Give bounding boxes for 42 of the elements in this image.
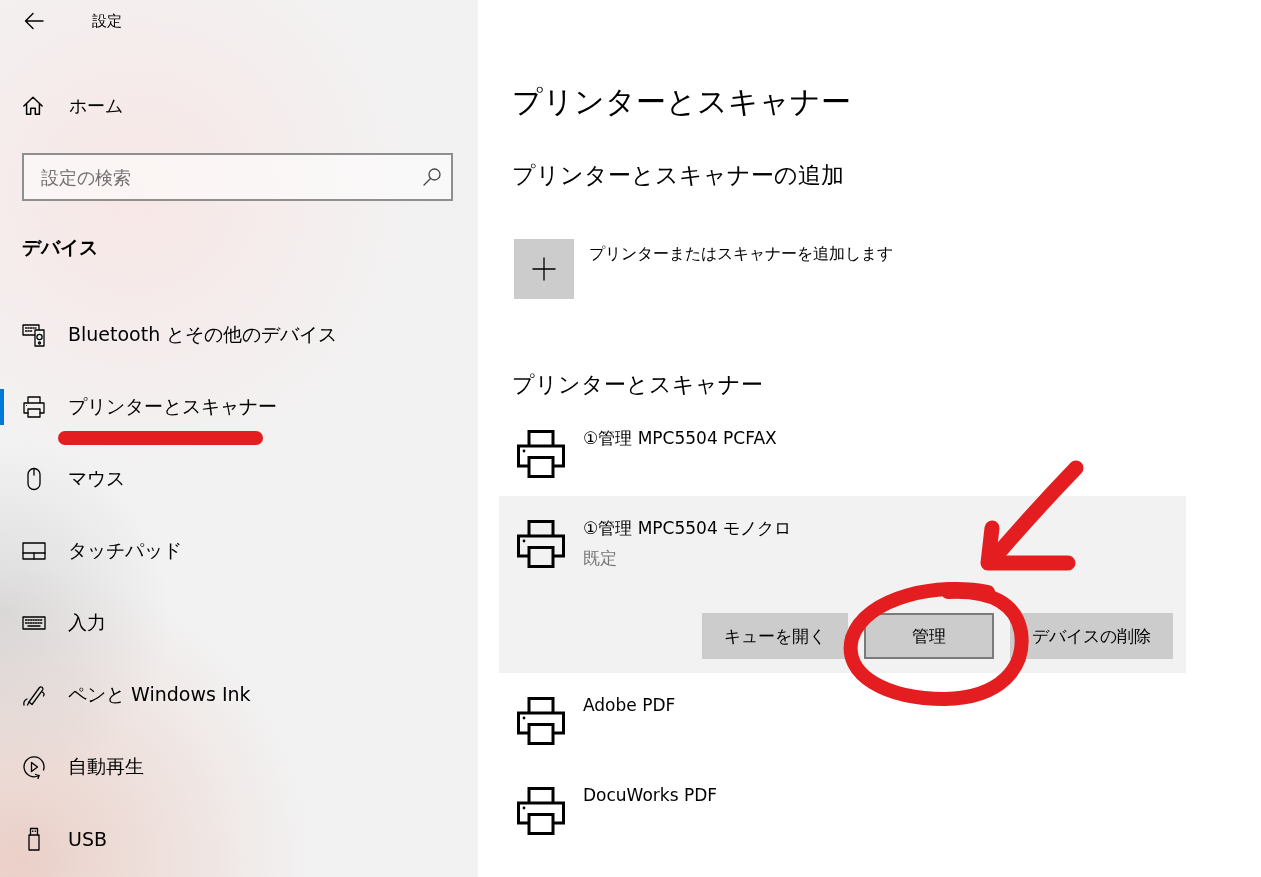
printer-item[interactable]: Adobe PDF [499,673,1186,763]
printer-item[interactable]: ①管理 MPC5504 PCFAX [499,406,1186,496]
printer-item[interactable]: ①管理 MPC5504 モノクロ 既定 キューを開く 管理 デバイスの削除 [499,496,1186,673]
printer-icon [517,520,565,568]
section-heading: プリンターとスキャナーの追加 [512,161,845,190]
printer-status: 既定 [583,547,618,570]
sidebar-item[interactable]: 自動再生 [0,731,478,803]
sidebar-item[interactable]: Bluetooth とその他のデバイス [0,299,478,371]
plus-icon [514,239,574,299]
play-circle-icon [22,755,46,779]
sidebar-item[interactable]: 入力 [0,587,478,659]
window-title: 設定 [92,11,122,31]
action-button[interactable]: キューを開く [702,613,848,659]
action-button[interactable]: デバイスの削除 [1010,613,1173,659]
printer-item[interactable]: DocuWorks PDF [499,763,1186,853]
selection-indicator [0,389,4,425]
add-device-button[interactable]: プリンターまたはスキャナーを追加します [514,239,893,299]
printer-icon [517,697,565,745]
search-field[interactable]: 設定の検索 [22,153,453,201]
printer-name: ①管理 MPC5504 モノクロ [583,517,792,540]
sidebar-item[interactable]: ペンと Windows Ink [0,659,478,731]
printer-name: Adobe PDF [583,694,676,717]
pen-icon [22,683,46,707]
keyboard-speaker-icon [22,323,46,347]
touchpad-icon [22,539,46,563]
home-icon [22,95,44,117]
home-link[interactable]: ホーム [0,86,123,126]
printer-name: DocuWorks PDF [583,784,718,807]
printer-icon [22,395,46,419]
action-button[interactable]: 管理 [864,613,994,659]
sidebar-item[interactable]: USB [0,803,478,875]
section-heading: デバイス [21,235,99,260]
printer-icon [517,787,565,835]
sidebar-item[interactable]: マウス [0,443,478,515]
search-icon [423,168,441,186]
printer-icon [517,430,565,478]
back-arrow-icon [24,11,44,31]
section-heading: プリンターとスキャナー [512,371,764,399]
printer-name: ①管理 MPC5504 PCFAX [583,427,777,450]
sidebar-item[interactable]: タッチパッド [0,515,478,587]
page-title: プリンターとスキャナー [512,83,852,121]
sidebar-item[interactable]: プリンターとスキャナー [0,371,478,443]
